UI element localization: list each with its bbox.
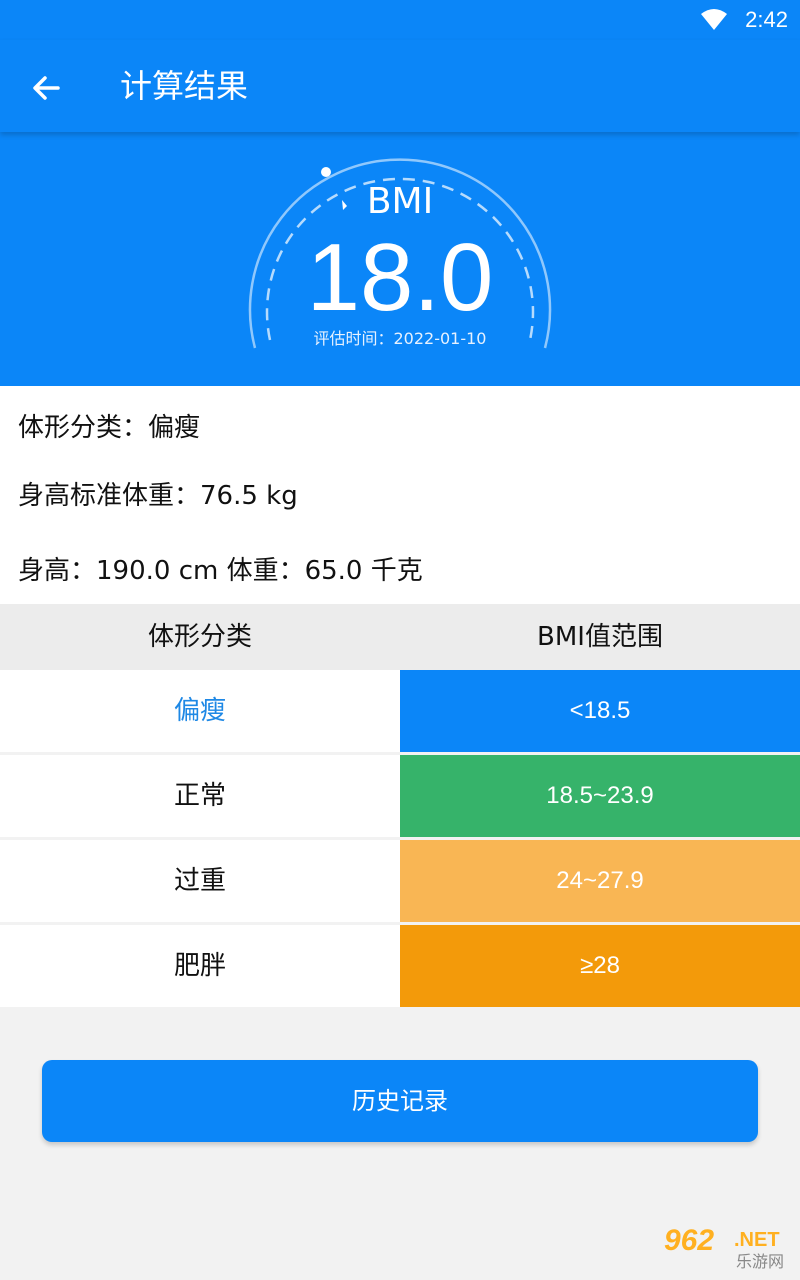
status-bar: 2:42 <box>0 0 800 40</box>
row-range: 24~27.9 <box>400 840 800 922</box>
table-header: 体形分类 BMI值范围 <box>0 604 800 670</box>
bmi-range-table: 体形分类 BMI值范围 偏瘦 <18.5 正常 18.5~23.9 过重 24~… <box>0 604 800 1007</box>
site-watermark: 962 .NET 乐游网 <box>656 1224 792 1274</box>
row-range: 18.5~23.9 <box>400 755 800 837</box>
bmi-gauge-panel: BMI 18.0 评估时间：2022-01-10 <box>0 132 800 386</box>
status-time: 2:42 <box>745 7 788 32</box>
table-row: 偏瘦 <18.5 <box>0 670 800 752</box>
table-row: 过重 24~27.9 <box>0 840 800 922</box>
header-bmi-range: BMI值范围 <box>537 622 663 652</box>
watermark-suffix: .NET <box>734 1229 780 1251</box>
header-body-type: 体形分类 <box>147 622 252 652</box>
history-button[interactable]: 历史记录 <box>42 1060 758 1142</box>
table-row: 正常 18.5~23.9 <box>0 755 800 837</box>
row-category: 肥胖 <box>0 925 400 1007</box>
wifi-icon <box>701 9 727 30</box>
result-info: 体形分类：偏瘦 身高标准体重：76.5 kg 身高：190.0 cm 体重：65… <box>0 386 800 604</box>
bmi-value: 18.0 <box>306 224 494 331</box>
watermark-sub: 乐游网 <box>736 1252 785 1271</box>
arrow-left-icon[interactable] <box>24 68 68 108</box>
row-category: 正常 <box>0 755 400 837</box>
body-type-text: 体形分类：偏瘦 <box>18 413 201 443</box>
row-category: 偏瘦 <box>0 670 400 752</box>
toolbar: 计算结果 <box>0 40 800 132</box>
standard-weight-text: 身高标准体重：76.5 kg <box>18 481 298 511</box>
row-category: 过重 <box>0 840 400 922</box>
evaluation-date: 评估时间：2022-01-10 <box>313 329 487 348</box>
bmi-label: BMI <box>366 181 434 222</box>
row-range: ≥28 <box>400 925 800 1007</box>
row-range: <18.5 <box>400 670 800 752</box>
height-weight-text: 身高：190.0 cm 体重：65.0 千克 <box>18 556 423 586</box>
gauge-marker <box>321 167 331 177</box>
page-title: 计算结果 <box>120 67 249 105</box>
watermark-number: 962 <box>664 1224 715 1257</box>
table-row: 肥胖 ≥28 <box>0 925 800 1007</box>
